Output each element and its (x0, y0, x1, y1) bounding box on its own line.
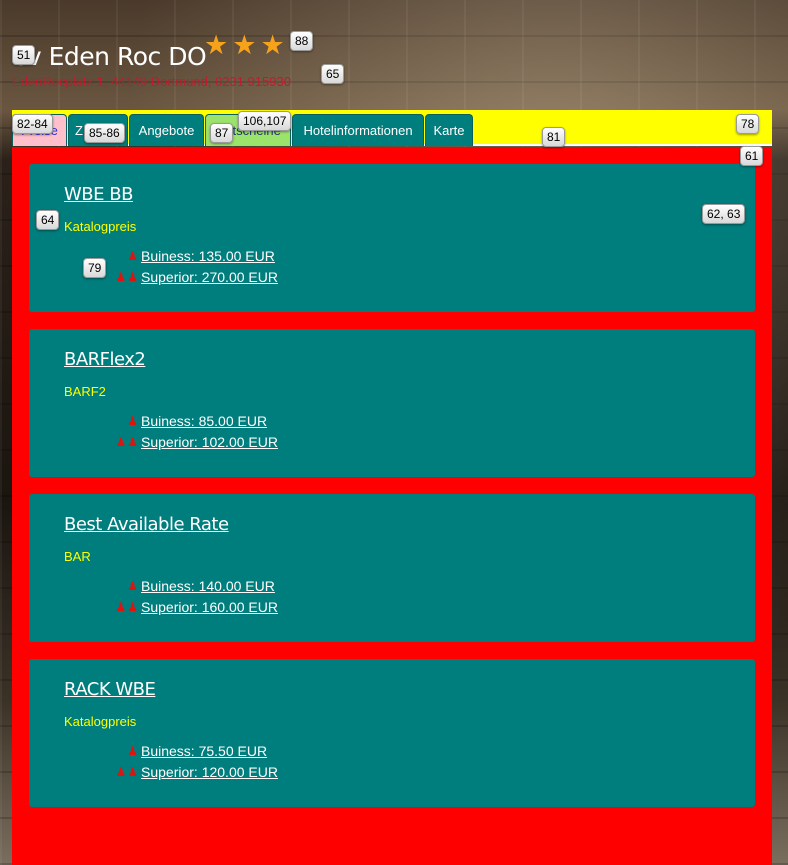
room-row: ♟♟ Superior: 102.00 EUR (49, 434, 278, 450)
rate-code: Katalogpreis (64, 219, 137, 234)
room-price-link[interactable]: Superior: 120.00 EUR (141, 764, 278, 780)
hotel-name: ev Eden Roc DO (12, 42, 207, 71)
star-icon: ★ (260, 30, 285, 60)
room-row: ♟ Buiness: 85.00 EUR (49, 413, 267, 429)
rate-card: Best Available Rate BAR ♟ Buiness: 140.0… (29, 494, 755, 642)
rate-title-link[interactable]: WBE BB (64, 184, 133, 205)
rate-card: BARFlex2 BARF2 ♟ Buiness: 85.00 EUR ♟♟ S… (29, 329, 755, 477)
rate-title-link[interactable]: BARFlex2 (64, 349, 146, 370)
room-price-link[interactable]: Superior: 102.00 EUR (141, 434, 278, 450)
room-price-link[interactable]: Buiness: 135.00 EUR (141, 248, 275, 264)
tab-angebote[interactable]: Angebote (129, 114, 204, 146)
rate-card: RACK WBE Katalogpreis ♟ Buiness: 75.50 E… (29, 659, 755, 807)
room-row: ♟♟ Superior: 160.00 EUR (49, 599, 278, 615)
hotel-address: EdenRocplatz 1, 44149 Dortmund, 0231 915… (12, 74, 291, 89)
person-icon: ♟♟ (115, 435, 139, 449)
annotation-badge: 87 (210, 123, 234, 143)
star-rating: ★ ★ ★ (204, 30, 285, 60)
annotation-badge: 79 (83, 258, 107, 278)
tab-karte[interactable]: Karte (425, 114, 473, 146)
person-icon: ♟ (127, 744, 139, 758)
annotation-badge: 78 (736, 114, 760, 134)
annotation-badge: 61 (740, 146, 764, 166)
rate-title-link[interactable]: RACK WBE (64, 679, 156, 700)
tab-bar: Preise Z Angebote Gutscheine Hotelinform… (12, 110, 772, 146)
rate-card: WBE BB Katalogpreis ♟ Buiness: 135.00 EU… (29, 164, 755, 312)
annotation-badge: 81 (542, 127, 566, 147)
person-icon: ♟ (127, 414, 139, 428)
person-icon: ♟♟ (115, 600, 139, 614)
rate-code: Katalogpreis (64, 714, 137, 729)
room-price-link[interactable]: Buiness: 140.00 EUR (141, 578, 275, 594)
annotation-badge: 51 (12, 45, 36, 65)
room-price-link[interactable]: Superior: 270.00 EUR (141, 269, 278, 285)
star-icon: ★ (204, 30, 229, 60)
tab-hotelinformationen[interactable]: Hotelinformationen (292, 114, 424, 146)
room-price-link[interactable]: Superior: 160.00 EUR (141, 599, 278, 615)
room-row: ♟♟ Superior: 120.00 EUR (49, 764, 278, 780)
room-price-link[interactable]: Buiness: 85.00 EUR (141, 413, 267, 429)
annotation-badge: 64 (36, 210, 60, 230)
rate-code: BAR (64, 549, 91, 564)
annotation-badge: 65 (321, 64, 345, 84)
rates-panel: WBE BB Katalogpreis ♟ Buiness: 135.00 EU… (12, 147, 772, 865)
annotation-badge: 82-84 (12, 114, 53, 134)
star-icon: ★ (232, 30, 257, 60)
annotation-badge: 106,107 (238, 111, 292, 131)
person-icon: ♟♟ (115, 765, 139, 779)
hotel-header: ev Eden Roc DO ★ ★ ★ EdenRocplatz 1, 441… (12, 30, 772, 100)
annotation-badge: 62, 63 (702, 204, 746, 224)
rate-title-link[interactable]: Best Available Rate (64, 514, 229, 535)
annotation-badge: 88 (290, 31, 314, 51)
room-row: ♟ Buiness: 75.50 EUR (49, 743, 267, 759)
annotation-badge: 85-86 (84, 123, 125, 143)
room-price-link[interactable]: Buiness: 75.50 EUR (141, 743, 267, 759)
person-icon: ♟ (127, 579, 139, 593)
rate-code: BARF2 (64, 384, 106, 399)
room-row: ♟ Buiness: 140.00 EUR (49, 578, 275, 594)
